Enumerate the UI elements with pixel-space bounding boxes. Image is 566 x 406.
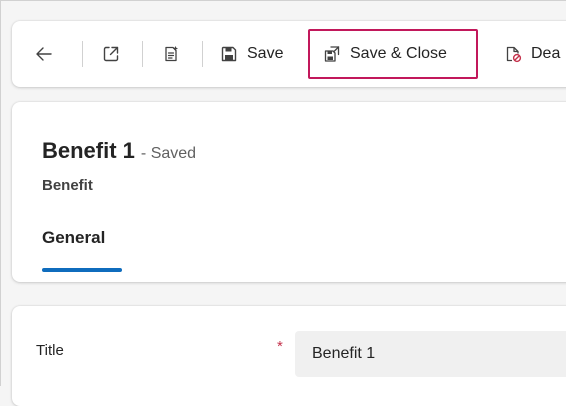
save-label: Save [247, 45, 284, 62]
save-and-close-label: Save & Close [350, 45, 447, 62]
entity-name: Benefit [42, 177, 93, 194]
deactivate-button[interactable]: Dea [503, 34, 560, 74]
open-new-window-button[interactable] [101, 34, 121, 74]
document-prohibited-icon [503, 44, 523, 64]
floppy-disk-icon [219, 44, 239, 64]
arrow-left-icon [34, 44, 54, 64]
record-title-row: Benefit 1 - Saved [42, 138, 196, 164]
form-flow-button[interactable] [161, 34, 181, 74]
title-input[interactable]: Benefit 1 [295, 331, 566, 377]
back-button[interactable] [34, 34, 54, 74]
toolbar-separator [202, 41, 203, 67]
save-close-icon [322, 44, 342, 64]
app-frame: Save Save & Close Dea Benefit 1 - Saved … [0, 0, 566, 406]
title-field-label: Title [36, 342, 64, 359]
tab-general[interactable]: General [42, 228, 105, 248]
command-bar: Save Save & Close Dea [12, 21, 566, 87]
form-section: Title * Benefit 1 [12, 306, 566, 406]
toolbar-separator [82, 41, 83, 67]
record-header: Benefit 1 - Saved Benefit General [12, 102, 566, 282]
save-status: - Saved [140, 145, 197, 162]
form-flow-icon [161, 44, 181, 64]
save-button[interactable]: Save [219, 34, 283, 74]
record-title: Benefit 1 [42, 138, 135, 163]
save-and-close-button[interactable]: Save & Close [308, 29, 478, 79]
selected-tab-indicator [42, 268, 122, 272]
required-indicator: * [277, 338, 283, 355]
deactivate-label: Dea [531, 45, 561, 62]
toolbar-separator [142, 41, 143, 67]
open-in-new-window-icon [101, 44, 121, 64]
